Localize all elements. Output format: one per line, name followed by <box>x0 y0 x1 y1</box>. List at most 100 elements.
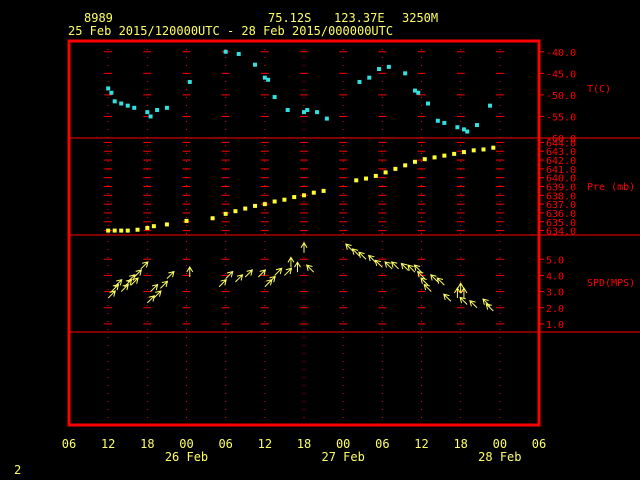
wind-arrow <box>120 283 129 292</box>
station-elevation: 3250M <box>402 11 439 25</box>
pressure-point <box>432 155 437 160</box>
page-number: 2 <box>14 463 22 477</box>
wind-arrow <box>306 264 315 273</box>
pressure-point <box>422 157 427 162</box>
wind-arrow <box>436 277 445 286</box>
pressure-point <box>292 195 297 200</box>
x-date-label: 28 Feb <box>478 450 521 464</box>
pressure-point <box>491 145 496 150</box>
wind-arrow <box>150 283 159 292</box>
pressure-point <box>282 197 287 202</box>
pressure-point <box>471 148 476 153</box>
temperature-point <box>357 79 362 84</box>
pressure-point <box>112 228 117 233</box>
pressure-point <box>364 176 369 181</box>
temperature-point <box>266 77 271 82</box>
pressure-point <box>383 170 388 175</box>
x-tick-label: 12 <box>258 437 272 451</box>
x-tick-label: 06 <box>62 437 76 451</box>
temperature-point <box>377 67 382 72</box>
pressure-point <box>321 188 326 193</box>
temperature-point <box>455 125 460 130</box>
y-tick-label: -40.0 <box>546 48 576 59</box>
temperature-point <box>324 116 329 121</box>
temperature-point <box>148 114 153 119</box>
wind-arrow <box>420 277 429 286</box>
wind-arrow <box>257 269 267 278</box>
wind-arrow <box>160 280 169 289</box>
pressure-point <box>262 202 267 207</box>
wind-arrow <box>166 270 175 280</box>
x-tick-label: 18 <box>297 437 311 451</box>
temperature-point <box>465 129 470 134</box>
pressure-point <box>442 153 447 158</box>
wind-arrow <box>407 264 416 273</box>
temperature-point <box>367 75 372 80</box>
pressure-point <box>210 216 215 221</box>
temperature-point <box>403 71 408 76</box>
temperature-point <box>119 101 124 106</box>
wind-arrow <box>443 293 452 302</box>
pressure-point <box>135 227 140 232</box>
wind-arrow <box>218 278 227 288</box>
x-tick-label: 06 <box>218 437 232 451</box>
temperature-point <box>474 123 479 128</box>
temperature-point <box>272 95 277 100</box>
temperature-point <box>416 90 421 95</box>
wind-arrow <box>423 283 432 292</box>
pressure-point <box>393 166 398 171</box>
temperature-point <box>442 120 447 125</box>
temperature-point <box>132 105 137 110</box>
pressure-point <box>253 203 258 208</box>
x-tick-label: 00 <box>493 437 507 451</box>
wind-arrow <box>287 256 295 268</box>
temperature-point <box>315 110 320 115</box>
x-tick-label: 12 <box>101 437 115 451</box>
panel-label: T(C) <box>587 84 611 95</box>
wind-arrow <box>294 261 301 273</box>
temperature-point <box>187 79 192 84</box>
temperature-point <box>386 64 391 69</box>
temperature-point <box>125 103 130 108</box>
wind-arrow <box>374 259 383 268</box>
pressure-point <box>145 225 150 230</box>
y-tick-label: -45.0 <box>546 69 576 80</box>
temperature-point <box>435 118 440 123</box>
pressure-point <box>106 228 111 233</box>
pressure-point <box>452 151 457 156</box>
pressure-point <box>164 222 169 227</box>
temperature-point <box>285 107 290 112</box>
temperature-point <box>109 90 114 95</box>
wind-arrow <box>153 290 162 299</box>
wind-arrow <box>274 267 283 276</box>
pressure-point <box>223 211 228 216</box>
x-date-label: 27 Feb <box>321 450 364 464</box>
x-tick-label: 18 <box>140 437 154 451</box>
y-tick-label: 1.0 <box>546 320 564 331</box>
temperature-point <box>426 101 431 106</box>
pressure-point <box>373 173 378 178</box>
y-tick-label: 634.0 <box>546 227 576 238</box>
x-tick-label: 06 <box>375 437 389 451</box>
temperature-point <box>223 49 228 54</box>
wind-arrow <box>284 267 293 276</box>
wind-arrow <box>368 254 377 263</box>
temperature-point <box>164 105 169 110</box>
x-tick-label: 06 <box>532 437 546 451</box>
pressure-point <box>184 218 189 223</box>
x-tick-label: 18 <box>453 437 467 451</box>
pressure-point <box>272 199 277 204</box>
wind-arrow <box>384 261 393 270</box>
wind-arrow <box>430 274 439 283</box>
wind-arrow <box>459 296 468 305</box>
panel-label: SPD(MPS) <box>587 278 635 289</box>
wind-arrow <box>300 241 308 253</box>
temperature-point <box>488 103 493 108</box>
pressure-point <box>461 150 466 155</box>
temperature-point <box>106 86 111 91</box>
wind-arrow <box>413 264 422 273</box>
wind-arrow <box>111 283 120 292</box>
wind-arrow <box>140 261 149 270</box>
x-tick-label: 00 <box>179 437 193 451</box>
pressure-point <box>311 190 316 195</box>
